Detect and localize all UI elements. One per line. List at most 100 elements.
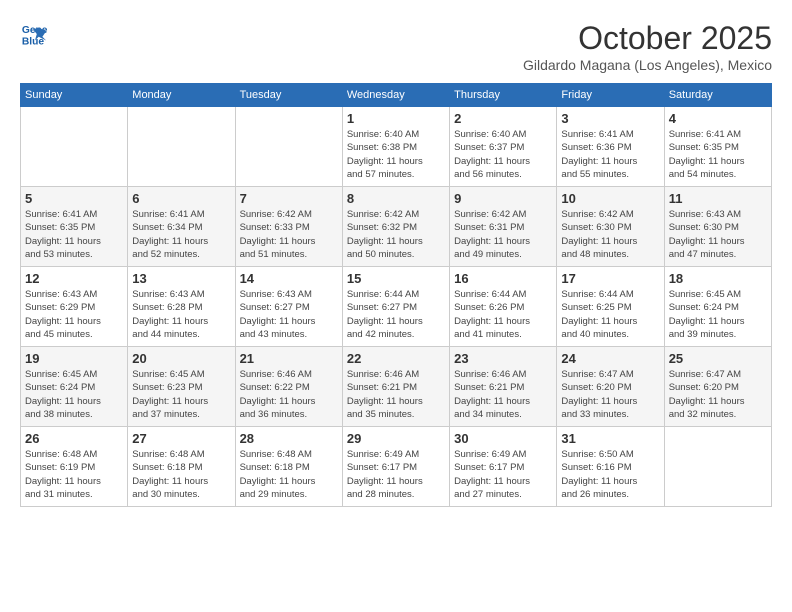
cell-info: Sunrise: 6:46 AM Sunset: 6:21 PM Dayligh… [347,368,445,421]
calendar-cell: 27Sunrise: 6:48 AM Sunset: 6:18 PM Dayli… [128,427,235,507]
cell-info: Sunrise: 6:41 AM Sunset: 6:36 PM Dayligh… [561,128,659,181]
cell-day-number: 20 [132,351,230,366]
calendar-cell: 8Sunrise: 6:42 AM Sunset: 6:32 PM Daylig… [342,187,449,267]
cell-day-number: 14 [240,271,338,286]
calendar-cell: 9 Sunrise: 6:42 AM Sunset: 6:31 PM Daylig… [450,187,557,267]
cell-info: Sunrise: 6:49 AM Sunset: 6:17 PM Dayligh… [454,448,552,501]
cell-day-number: 30 [454,431,552,446]
calendar-cell: 16 Sunrise: 6:44 AM Sunset: 6:26 PM Dayli… [450,267,557,347]
cell-info: Sunrise: 6:41 AM Sunset: 6:35 PM Dayligh… [25,208,123,261]
cell-info: Sunrise: 6:48 AM Sunset: 6:18 PM Dayligh… [132,448,230,501]
cell-info: Sunrise: 6:44 AM Sunset: 6:27 PM Dayligh… [347,288,445,341]
cell-info: Sunrise: 6:44 AM Sunset: 6:26 PM Dayligh… [454,288,552,341]
cell-info: Sunrise: 6:42 AM Sunset: 6:33 PM Dayligh… [240,208,338,261]
calendar-cell: 23Sunrise: 6:46 AM Sunset: 6:21 PM Dayli… [450,347,557,427]
calendar-subtitle: Gildardo Magana (Los Angeles), Mexico [523,57,772,73]
calendar-cell: 5 Sunrise: 6:41 AM Sunset: 6:35 PM Daylig… [21,187,128,267]
cell-info: Sunrise: 6:45 AM Sunset: 6:24 PM Dayligh… [25,368,123,421]
calendar-week-row: 26 Sunrise: 6:48 AM Sunset: 6:19 PM Dayli… [21,427,772,507]
cell-day-number: 10 [561,191,659,206]
calendar-cell: 17 Sunrise: 6:44 AM Sunset: 6:25 PM Dayli… [557,267,664,347]
calendar-cell: 4 Sunrise: 6:41 AM Sunset: 6:35 PM Daylig… [664,107,771,187]
weekday-header-monday: Monday [128,84,235,107]
calendar-cell: 24 Sunrise: 6:47 AM Sunset: 6:20 PM Dayli… [557,347,664,427]
calendar-cell: 20Sunrise: 6:45 AM Sunset: 6:23 PM Dayli… [128,347,235,427]
calendar-cell: 7 Sunrise: 6:42 AM Sunset: 6:33 PM Daylig… [235,187,342,267]
calendar-cell: 19 Sunrise: 6:45 AM Sunset: 6:24 PM Dayli… [21,347,128,427]
cell-day-number: 23 [454,351,552,366]
cell-info: Sunrise: 6:43 AM Sunset: 6:30 PM Dayligh… [669,208,767,261]
calendar-cell [128,107,235,187]
cell-day-number: 16 [454,271,552,286]
weekday-header-friday: Friday [557,84,664,107]
cell-info: Sunrise: 6:44 AM Sunset: 6:25 PM Dayligh… [561,288,659,341]
cell-info: Sunrise: 6:47 AM Sunset: 6:20 PM Dayligh… [669,368,767,421]
cell-day-number: 13 [132,271,230,286]
cell-info: Sunrise: 6:48 AM Sunset: 6:19 PM Dayligh… [25,448,123,501]
cell-day-number: 17 [561,271,659,286]
cell-day-number: 25 [669,351,767,366]
calendar-cell: 18 Sunrise: 6:45 AM Sunset: 6:24 PM Dayli… [664,267,771,347]
calendar-cell: 31Sunrise: 6:50 AM Sunset: 6:16 PM Dayli… [557,427,664,507]
logo: General Blue [20,20,48,48]
weekday-header-row: SundayMondayTuesdayWednesdayThursdayFrid… [21,84,772,107]
cell-day-number: 4 [669,111,767,126]
calendar-cell: 12 Sunrise: 6:43 AM Sunset: 6:29 PM Dayli… [21,267,128,347]
cell-day-number: 7 [240,191,338,206]
cell-day-number: 19 [25,351,123,366]
calendar-week-row: 5 Sunrise: 6:41 AM Sunset: 6:35 PM Daylig… [21,187,772,267]
cell-day-number: 6 [132,191,230,206]
cell-day-number: 2 [454,111,552,126]
cell-info: Sunrise: 6:43 AM Sunset: 6:28 PM Dayligh… [132,288,230,341]
cell-day-number: 21 [240,351,338,366]
calendar-title: October 2025 [523,20,772,57]
calendar-cell: 3 Sunrise: 6:41 AM Sunset: 6:36 PM Daylig… [557,107,664,187]
calendar-cell [21,107,128,187]
cell-day-number: 15 [347,271,445,286]
calendar-cell: 6 Sunrise: 6:41 AM Sunset: 6:34 PM Daylig… [128,187,235,267]
calendar-cell: 25 Sunrise: 6:47 AM Sunset: 6:20 PM Dayli… [664,347,771,427]
calendar-cell: 2 Sunrise: 6:40 AM Sunset: 6:37 PM Daylig… [450,107,557,187]
cell-day-number: 29 [347,431,445,446]
weekday-header-thursday: Thursday [450,84,557,107]
calendar-table: SundayMondayTuesdayWednesdayThursdayFrid… [20,83,772,507]
cell-day-number: 9 [454,191,552,206]
calendar-cell [235,107,342,187]
page-header: General Blue October 2025 Gildardo Magan… [20,20,772,73]
calendar-cell: 15 Sunrise: 6:44 AM Sunset: 6:27 PM Dayli… [342,267,449,347]
cell-info: Sunrise: 6:41 AM Sunset: 6:34 PM Dayligh… [132,208,230,261]
cell-info: Sunrise: 6:47 AM Sunset: 6:20 PM Dayligh… [561,368,659,421]
cell-info: Sunrise: 6:45 AM Sunset: 6:24 PM Dayligh… [669,288,767,341]
cell-day-number: 11 [669,191,767,206]
cell-day-number: 22 [347,351,445,366]
cell-day-number: 31 [561,431,659,446]
logo-icon: General Blue [20,20,48,48]
cell-info: Sunrise: 6:49 AM Sunset: 6:17 PM Dayligh… [347,448,445,501]
cell-day-number: 12 [25,271,123,286]
calendar-week-row: 1 Sunrise: 6:40 AM Sunset: 6:38 PM Daylig… [21,107,772,187]
cell-info: Sunrise: 6:41 AM Sunset: 6:35 PM Dayligh… [669,128,767,181]
calendar-week-row: 12 Sunrise: 6:43 AM Sunset: 6:29 PM Dayli… [21,267,772,347]
calendar-week-row: 19 Sunrise: 6:45 AM Sunset: 6:24 PM Dayli… [21,347,772,427]
weekday-header-wednesday: Wednesday [342,84,449,107]
cell-day-number: 18 [669,271,767,286]
cell-info: Sunrise: 6:43 AM Sunset: 6:27 PM Dayligh… [240,288,338,341]
calendar-cell [664,427,771,507]
cell-day-number: 1 [347,111,445,126]
calendar-cell: 21 Sunrise: 6:46 AM Sunset: 6:22 PM Dayli… [235,347,342,427]
cell-day-number: 26 [25,431,123,446]
calendar-cell: 29 Sunrise: 6:49 AM Sunset: 6:17 PM Dayli… [342,427,449,507]
cell-info: Sunrise: 6:40 AM Sunset: 6:37 PM Dayligh… [454,128,552,181]
cell-info: Sunrise: 6:43 AM Sunset: 6:29 PM Dayligh… [25,288,123,341]
title-block: October 2025 Gildardo Magana (Los Angele… [523,20,772,73]
cell-info: Sunrise: 6:42 AM Sunset: 6:31 PM Dayligh… [454,208,552,261]
calendar-cell: 13 Sunrise: 6:43 AM Sunset: 6:28 PM Dayli… [128,267,235,347]
cell-day-number: 24 [561,351,659,366]
cell-info: Sunrise: 6:46 AM Sunset: 6:22 PM Dayligh… [240,368,338,421]
weekday-header-sunday: Sunday [21,84,128,107]
calendar-cell: 22 Sunrise: 6:46 AM Sunset: 6:21 PM Dayli… [342,347,449,427]
cell-day-number: 3 [561,111,659,126]
cell-info: Sunrise: 6:40 AM Sunset: 6:38 PM Dayligh… [347,128,445,181]
cell-day-number: 5 [25,191,123,206]
calendar-cell: 26 Sunrise: 6:48 AM Sunset: 6:19 PM Dayli… [21,427,128,507]
